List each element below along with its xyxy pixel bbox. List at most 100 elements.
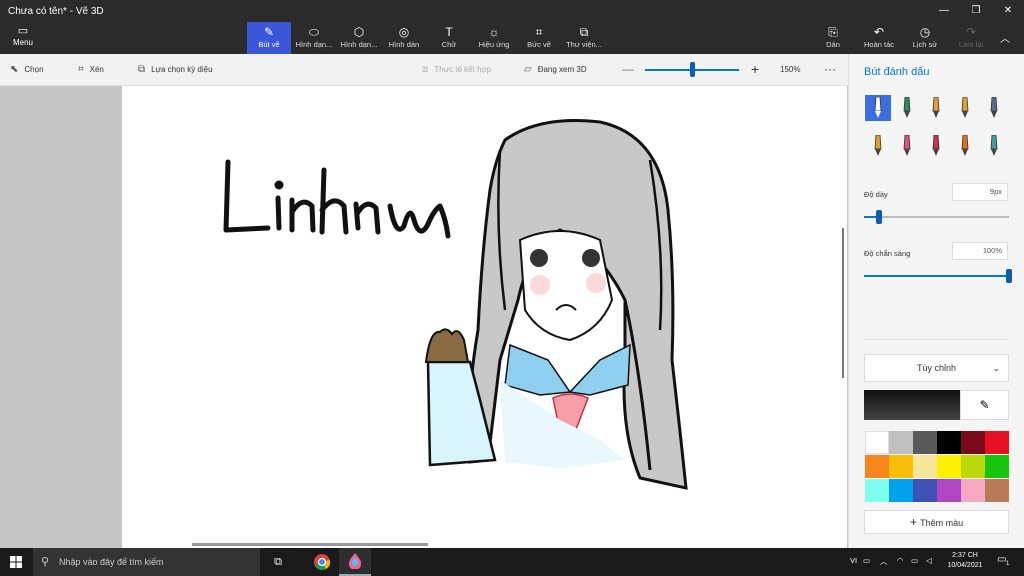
ribbon-tool-canvas[interactable]: ⌗ Bức vẽ <box>517 22 561 54</box>
ribbon-tool-effects[interactable]: ☼ Hiệu ứng <box>472 22 516 54</box>
thickness-input[interactable]: 9px <box>952 183 1008 201</box>
brush-crayon[interactable] <box>923 133 949 159</box>
zoom-in-button[interactable]: + <box>751 61 759 77</box>
ribbon-action-undo[interactable]: ↶ Hoàn tác <box>857 22 901 54</box>
zoom-slider-thumb[interactable] <box>690 62 695 77</box>
view-3d-icon: ▱ <box>524 64 532 75</box>
palette-swatch[interactable] <box>913 479 937 502</box>
plus-icon: + <box>909 515 921 529</box>
brush-watercolor[interactable] <box>952 95 978 121</box>
paint3d-taskbar-button[interactable] <box>339 548 371 576</box>
palette-swatch[interactable] <box>937 479 961 502</box>
palette-swatch[interactable] <box>961 431 985 454</box>
palette-swatch[interactable] <box>913 431 937 454</box>
keyboard-icon[interactable]: ▭ <box>863 556 870 565</box>
history-icon: ◷ <box>919 25 931 39</box>
palette-swatch[interactable] <box>865 431 889 454</box>
volume-icon[interactable]: ◁ <box>926 556 932 565</box>
network-icon[interactable]: ◠ <box>897 556 904 565</box>
palette-swatch[interactable] <box>889 431 913 454</box>
view-3d-button[interactable]: ▱ Đang xem 3D <box>524 64 587 75</box>
palette-swatch[interactable] <box>985 479 1009 502</box>
magic-select-button[interactable]: ⧉ Lựa chọn kỳ diệu <box>138 64 213 75</box>
menu-button[interactable]: ▭ Menu <box>8 24 38 47</box>
ribbon-action-redo[interactable]: ↷ Làm lại <box>949 22 993 54</box>
drawing-svg <box>223 119 688 490</box>
chrome-icon <box>314 554 330 570</box>
palette-swatch[interactable] <box>985 431 1009 454</box>
thickness-slider-thumb[interactable] <box>875 210 882 224</box>
thickness-slider-track[interactable] <box>864 216 1009 218</box>
pixel-pen-icon <box>990 97 998 118</box>
brush-marker[interactable] <box>865 95 891 121</box>
clock[interactable]: 2:37 CH 10/04/2021 <box>944 551 986 571</box>
windows-icon <box>10 556 22 568</box>
chrome-taskbar-button[interactable] <box>306 548 338 576</box>
select-button[interactable]: ⬉ Chọn <box>10 64 44 75</box>
brush-pencil[interactable] <box>865 133 891 159</box>
add-color-label: Thêm màu <box>920 518 964 528</box>
eyedropper-button[interactable]: ✎ <box>960 390 1009 420</box>
palette-swatch[interactable] <box>913 455 937 478</box>
maximize-button[interactable]: ❐ <box>960 0 992 22</box>
finish-dropdown[interactable]: Tùy chỉnh ⌄ <box>864 354 1009 382</box>
chevron-up-icon[interactable]: ︿ <box>880 556 888 567</box>
opacity-input[interactable]: 100% <box>952 242 1008 260</box>
collapse-ribbon-icon[interactable]: ︿ <box>1000 30 1010 45</box>
palette-swatch[interactable] <box>961 455 985 478</box>
ribbon-tool-3d-shapes[interactable]: ⬡ Hình dạn... <box>337 22 381 54</box>
palette-swatch[interactable] <box>985 455 1009 478</box>
drawing-canvas[interactable] <box>122 86 847 548</box>
clock-date: 10/04/2021 <box>947 562 983 569</box>
ribbon-tool-label: Chữ <box>441 40 457 49</box>
ribbon-tool-brush[interactable]: ✎ Bút vẽ <box>247 22 291 54</box>
input-language[interactable]: VI <box>850 556 857 565</box>
ribbon-tool-label: Hình dạn... <box>340 40 378 49</box>
brush-oil-brush[interactable] <box>923 95 949 121</box>
brush-spray-can[interactable] <box>952 133 978 159</box>
battery-icon[interactable]: ▭ <box>911 556 918 565</box>
crop-button[interactable]: ⌗ Xén <box>78 64 104 75</box>
palette-swatch[interactable] <box>961 479 985 502</box>
ribbon-tool-2d-shapes[interactable]: ⬭ Hình dạn... <box>292 22 336 54</box>
vertical-scrollbar[interactable] <box>842 228 844 378</box>
more-options-button[interactable]: ··· <box>824 62 836 76</box>
brush-calligraphy-pen[interactable] <box>894 95 920 121</box>
palette-swatch[interactable] <box>937 455 961 478</box>
fill-icon <box>990 135 998 156</box>
minimize-button[interactable]: — <box>928 0 960 22</box>
redo-icon: ↷ <box>965 25 977 39</box>
ribbon-tool-3d-library[interactable]: ⧉ Thư viện... <box>562 22 606 54</box>
calligraphy-pen-icon <box>903 97 911 118</box>
close-button[interactable]: ✕ <box>992 0 1024 22</box>
mixed-reality-button[interactable]: ⧈ Thực tế kết hợp <box>422 64 491 75</box>
horizontal-scrollbar[interactable] <box>192 543 428 546</box>
taskbar-search[interactable]: ⚲ Nhập vào đây để tìm kiếm <box>33 548 260 576</box>
ribbon-tool-stickers[interactable]: ◎ Hình dán <box>382 22 426 54</box>
zoom-out-button[interactable]: — <box>622 62 634 76</box>
watercolor-icon <box>961 97 969 118</box>
canvas-icon: ⌗ <box>535 25 543 39</box>
start-button[interactable] <box>0 548 32 576</box>
task-view-icon: ⧉ <box>274 555 282 568</box>
brush-pixel-pen[interactable] <box>981 95 1007 121</box>
eyedropper-icon: ✎ <box>979 398 990 412</box>
ribbon-action-paste[interactable]: ⎘ Dán <box>811 22 855 54</box>
ribbon-tool-text[interactable]: T Chữ <box>427 22 471 54</box>
select-cursor-icon: ⬉ <box>10 64 19 75</box>
ribbon-tool-label: Hình dán <box>388 40 420 49</box>
palette-swatch[interactable] <box>865 479 889 502</box>
palette-swatch[interactable] <box>889 479 913 502</box>
panel-divider <box>864 339 1009 340</box>
palette-swatch[interactable] <box>865 455 889 478</box>
brush-fill[interactable] <box>981 133 1007 159</box>
palette-swatch[interactable] <box>937 431 961 454</box>
add-color-button[interactable]: + Thêm màu <box>864 510 1009 534</box>
opacity-slider-thumb[interactable] <box>1006 269 1012 283</box>
current-color[interactable] <box>864 390 960 420</box>
brush-eraser[interactable] <box>894 133 920 159</box>
ribbon-action-history[interactable]: ◷ Lịch sử <box>903 22 947 54</box>
palette-swatch[interactable] <box>889 455 913 478</box>
task-view-button[interactable]: ⧉ <box>262 548 294 576</box>
mixed-reality-label: Thực tế kết hợp <box>434 65 492 74</box>
